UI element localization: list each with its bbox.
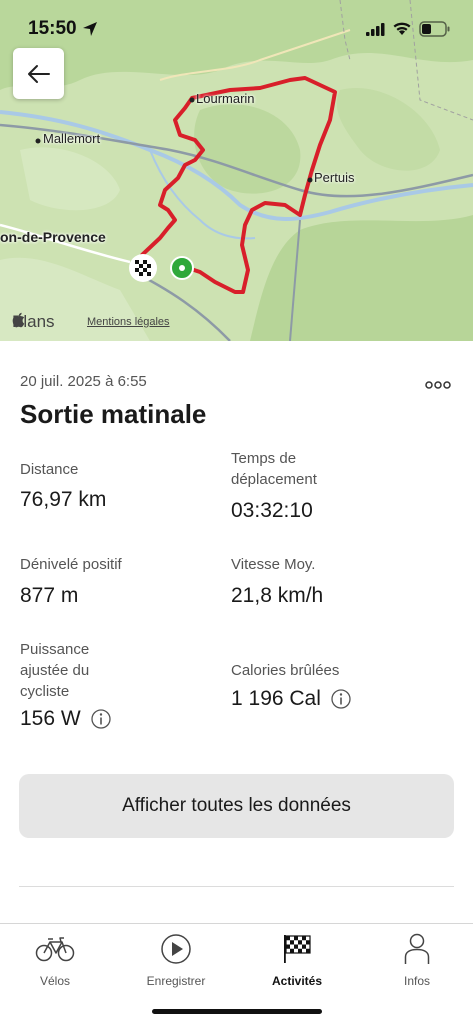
tab-enregistrer[interactable]: Enregistrer <box>117 932 235 988</box>
moving-time-value: 03:32:10 <box>231 499 313 523</box>
location-arrow-icon <box>83 22 97 36</box>
distance-value: 76,97 km <box>20 488 106 512</box>
status-bar: 15:50 <box>0 0 473 50</box>
moving-time-value-text: 03:32:10 <box>231 499 313 522</box>
activity-date: 20 juil. 2025 à 6:55 <box>20 373 147 390</box>
power-value-text: 156 W <box>20 707 81 730</box>
arrow-left-icon <box>27 64 50 83</box>
map-label-pertuis: Pertuis <box>314 170 355 185</box>
distance-value-text: 76,97 km <box>20 488 107 511</box>
wifi-icon <box>393 22 411 35</box>
person-icon <box>404 933 430 964</box>
calories-label: Calories brûlées <box>231 662 340 679</box>
more-options-button[interactable] <box>425 373 451 391</box>
moving-time-label: Temps de déplacement <box>231 450 317 488</box>
elevation-value-text: 877 m <box>20 584 79 607</box>
map-background <box>0 0 473 341</box>
tab-enregistrer-label: Enregistrer <box>146 974 206 988</box>
tab-infos[interactable]: Infos <box>358 932 473 988</box>
tab-activites-label: Activités <box>271 974 323 988</box>
show-all-data-button[interactable]: Afficher toutes les données <box>19 774 454 838</box>
map-label-lourmarin: Lourmarin <box>196 91 255 106</box>
route-map[interactable]: Lourmarin Mallemort Pertuis on-de-Proven… <box>0 0 473 341</box>
power-value: 156 W <box>20 707 111 731</box>
map-label-salon: on-de-Provence <box>0 229 106 245</box>
tab-velos[interactable]: Vélos <box>0 932 114 988</box>
distance-label: Distance <box>20 461 79 478</box>
tab-activites[interactable]: Activités <box>238 932 356 988</box>
legal-mentions-link[interactable]: Mentions légales <box>87 316 170 328</box>
more-icon <box>425 381 451 389</box>
status-time: 15:50 <box>28 18 77 39</box>
play-icon <box>161 934 191 964</box>
checkered-flag-icon <box>284 935 311 963</box>
calories-value-text: 1 196 Cal <box>231 687 321 710</box>
tab-infos-label: Infos <box>403 974 430 988</box>
map-label-mallemort: Mallemort <box>43 131 101 146</box>
apple-maps-attribution: Plans <box>12 312 55 332</box>
home-indicator[interactable] <box>152 1009 322 1014</box>
apple-logo-icon <box>12 312 25 328</box>
elevation-label: Dénivelé positif <box>20 556 122 573</box>
back-button[interactable] <box>13 48 64 99</box>
avg-speed-value: 21,8 km/h <box>231 584 323 608</box>
avg-speed-label: Vitesse Moy. <box>231 556 316 573</box>
tab-velos-label: Vélos <box>39 974 71 988</box>
section-divider <box>19 886 454 887</box>
battery-icon <box>419 21 450 37</box>
power-info-icon[interactable] <box>91 709 111 729</box>
calories-value: 1 196 Cal <box>231 687 351 711</box>
activity-title: Sortie matinale <box>20 399 207 429</box>
signal-icon <box>366 23 385 36</box>
bike-icon <box>35 937 75 962</box>
avg-speed-value-text: 21,8 km/h <box>231 584 324 607</box>
finish-flag-marker <box>129 254 157 282</box>
power-label: Puissance ajustée du cycliste <box>20 641 90 700</box>
calories-info-icon[interactable] <box>331 689 351 709</box>
elevation-value: 877 m <box>20 584 78 608</box>
